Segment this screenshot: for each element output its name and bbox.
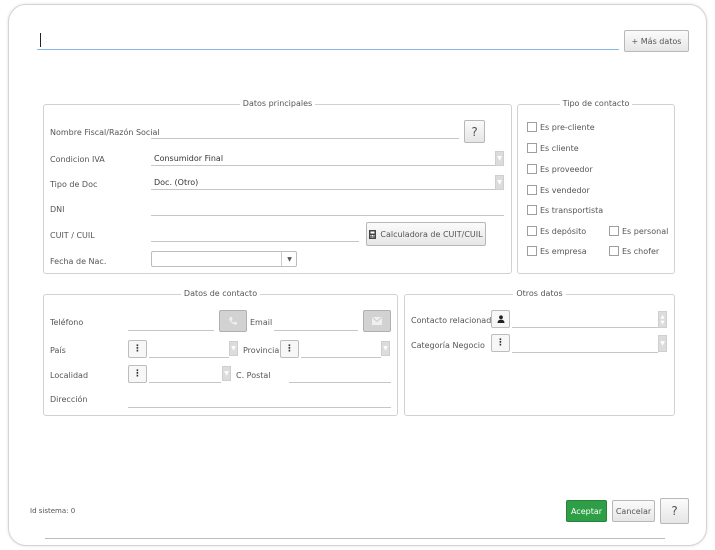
- province-dropdown-arrow[interactable]: ▼: [381, 341, 390, 356]
- iva-select[interactable]: Consumidor Final: [151, 154, 504, 166]
- text-caret: [40, 33, 41, 47]
- business-category-label: Categoría Negocio: [411, 341, 485, 350]
- city-select[interactable]: [149, 370, 221, 383]
- system-id: Id sistema: 0: [30, 507, 76, 515]
- checkbox-seller[interactable]: [527, 185, 537, 195]
- checkbox-warehouse[interactable]: [527, 226, 537, 236]
- vertical-ellipsis-icon: ⋮: [285, 344, 294, 354]
- name-search-input[interactable]: [37, 30, 619, 50]
- phone-button[interactable]: [219, 310, 247, 332]
- province-options-button[interactable]: ⋮: [280, 340, 299, 358]
- email-label: Email: [250, 318, 273, 327]
- cuit-calculator-button[interactable]: Calculadora de CUIT/CUIL: [366, 222, 486, 246]
- checkbox-supplier[interactable]: [527, 164, 537, 174]
- checkbox-pre-client[interactable]: [527, 122, 537, 132]
- cancel-button[interactable]: Cancelar: [612, 500, 655, 522]
- other-data-legend: Otros datos: [513, 289, 566, 298]
- postal-code-label: C. Postal: [236, 371, 271, 380]
- country-select[interactable]: [149, 345, 229, 358]
- city-options-button[interactable]: ⋮: [128, 365, 147, 383]
- checkbox-warehouse-label: Es depósito: [540, 227, 587, 236]
- dni-label: DNI: [50, 205, 65, 214]
- birth-date-label: Fecha de Nac.: [50, 257, 107, 266]
- address-label: Dirección: [50, 395, 88, 404]
- birth-date-dropdown-icon[interactable]: ▼: [281, 252, 297, 266]
- checkbox-carrier-label: Es transportista: [540, 206, 604, 215]
- related-contact-spinner[interactable]: ▲ ▼: [658, 311, 667, 328]
- more-data-button[interactable]: + Más datos: [624, 30, 689, 52]
- more-data-label: + Más datos: [631, 36, 682, 46]
- related-contact-input[interactable]: [512, 315, 658, 328]
- dni-input[interactable]: [151, 203, 504, 216]
- fiscal-name-label: Nombre Fiscal/Razón Social: [50, 128, 160, 137]
- city-dropdown-arrow[interactable]: ▼: [222, 366, 231, 381]
- checkbox-carrier[interactable]: [527, 205, 537, 215]
- email-input[interactable]: [274, 318, 358, 331]
- country-label: País: [50, 346, 66, 355]
- doc-type-label: Tipo de Doc: [50, 180, 98, 189]
- calc-button-label: Calculadora de CUIT/CUIL: [380, 229, 483, 239]
- vertical-ellipsis-icon: ⋮: [133, 344, 142, 354]
- doc-type-dropdown-arrow[interactable]: ▼: [495, 175, 504, 190]
- main-data-legend: Datos principales: [239, 99, 316, 108]
- country-options-button[interactable]: ⋮: [128, 340, 147, 358]
- dialog-frame: [8, 4, 707, 546]
- doc-type-select[interactable]: Doc. (Otro): [151, 178, 504, 190]
- other-data-fieldset: Otros datos: [404, 289, 675, 416]
- postal-code-input[interactable]: [289, 370, 391, 383]
- business-category-dropdown-arrow[interactable]: ▼: [658, 335, 667, 352]
- envelope-icon: [372, 317, 382, 325]
- checkbox-client[interactable]: [527, 143, 537, 153]
- phone-input[interactable]: [128, 318, 214, 331]
- related-contact-search-button[interactable]: [491, 310, 510, 328]
- bottom-divider: [45, 538, 665, 539]
- help-button[interactable]: ?: [660, 498, 689, 524]
- vertical-ellipsis-icon: ⋮: [133, 369, 142, 379]
- address-input[interactable]: [128, 395, 391, 408]
- help-glyph: ?: [471, 124, 478, 139]
- calculator-icon: [369, 229, 377, 239]
- contact-data-legend: Datos de contacto: [180, 289, 261, 298]
- related-contact-label: Contacto relacionado: [411, 316, 497, 325]
- fiscal-name-help-button[interactable]: ?: [464, 120, 485, 143]
- accept-button[interactable]: Aceptar: [566, 500, 607, 522]
- province-label: Provincia: [243, 346, 280, 355]
- business-category-options-button[interactable]: ⋮: [491, 334, 510, 352]
- cuit-label: CUIT / CUIL: [50, 231, 95, 240]
- iva-label: Condicion IVA: [50, 155, 105, 164]
- iva-dropdown-arrow[interactable]: ▼: [495, 151, 504, 166]
- user-icon: [497, 315, 504, 323]
- contact-type-legend: Tipo de contacto: [559, 99, 633, 108]
- fiscal-name-input[interactable]: [151, 126, 459, 139]
- phone-label: Teléfono: [50, 318, 84, 327]
- checkbox-driver-label: Es chofer: [622, 247, 660, 256]
- province-select[interactable]: [301, 345, 381, 358]
- business-category-select[interactable]: [512, 340, 658, 353]
- checkbox-company-label: Es empresa: [540, 247, 587, 256]
- birth-date-input[interactable]: [151, 251, 297, 267]
- cancel-label: Cancelar: [615, 506, 652, 516]
- checkbox-driver[interactable]: [609, 246, 619, 256]
- country-dropdown-arrow[interactable]: ▼: [229, 341, 238, 356]
- email-button[interactable]: [363, 310, 391, 332]
- checkbox-client-label: Es cliente: [540, 144, 579, 153]
- checkbox-company[interactable]: [527, 246, 537, 256]
- doc-type-value: Doc. (Otro): [154, 178, 199, 187]
- city-label: Localidad: [50, 371, 89, 380]
- checkbox-supplier-label: Es proveedor: [540, 165, 593, 174]
- checkbox-pre-client-label: Es pre-cliente: [540, 123, 595, 132]
- phone-icon: [229, 317, 237, 325]
- cuit-input[interactable]: [151, 229, 359, 242]
- accept-label: Aceptar: [570, 506, 603, 516]
- checkbox-staff-label: Es personal: [622, 227, 669, 236]
- iva-value: Consumidor Final: [154, 154, 224, 163]
- checkbox-seller-label: Es vendedor: [540, 186, 590, 195]
- help-glyph: ?: [671, 504, 678, 518]
- checkbox-staff[interactable]: [609, 226, 619, 236]
- vertical-ellipsis-icon: ⋮: [496, 338, 505, 348]
